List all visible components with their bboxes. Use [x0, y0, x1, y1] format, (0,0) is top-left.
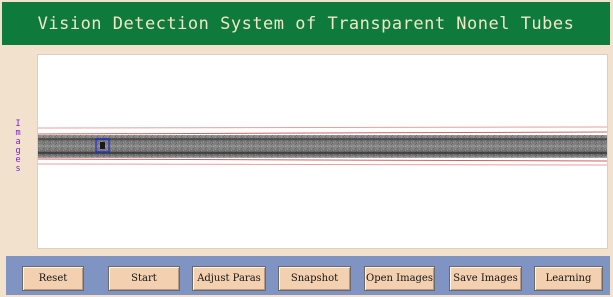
learning-button[interactable]: Learning — [534, 266, 603, 291]
control-toolbar: Reset Start Adjust Paras Snapshot Open I… — [6, 256, 610, 295]
outer-boundary-line — [38, 163, 607, 166]
adjust-paras-button[interactable]: Adjust Paras — [192, 266, 266, 291]
images-side-label: I m a g e s — [10, 120, 26, 174]
save-images-button[interactable]: Save Images — [449, 266, 522, 291]
snapshot-button[interactable]: Snapshot — [278, 266, 351, 291]
outer-boundary-line — [38, 126, 607, 129]
app-title: Vision Detection System of Transparent N… — [37, 13, 575, 34]
image-display-panel — [37, 54, 608, 249]
open-images-button[interactable]: Open Images — [364, 266, 435, 291]
tube-core-line — [38, 152, 607, 154]
lower-boundary-line — [38, 158, 607, 162]
upper-boundary-line — [38, 131, 607, 135]
reset-button[interactable]: Reset — [22, 266, 84, 291]
defect-spot — [100, 142, 105, 149]
start-button[interactable]: Start — [108, 266, 180, 291]
side-label-letter: s — [15, 164, 21, 174]
tube-image — [38, 126, 607, 166]
tube-core-line — [38, 138, 607, 140]
title-bar: Vision Detection System of Transparent N… — [2, 2, 610, 45]
